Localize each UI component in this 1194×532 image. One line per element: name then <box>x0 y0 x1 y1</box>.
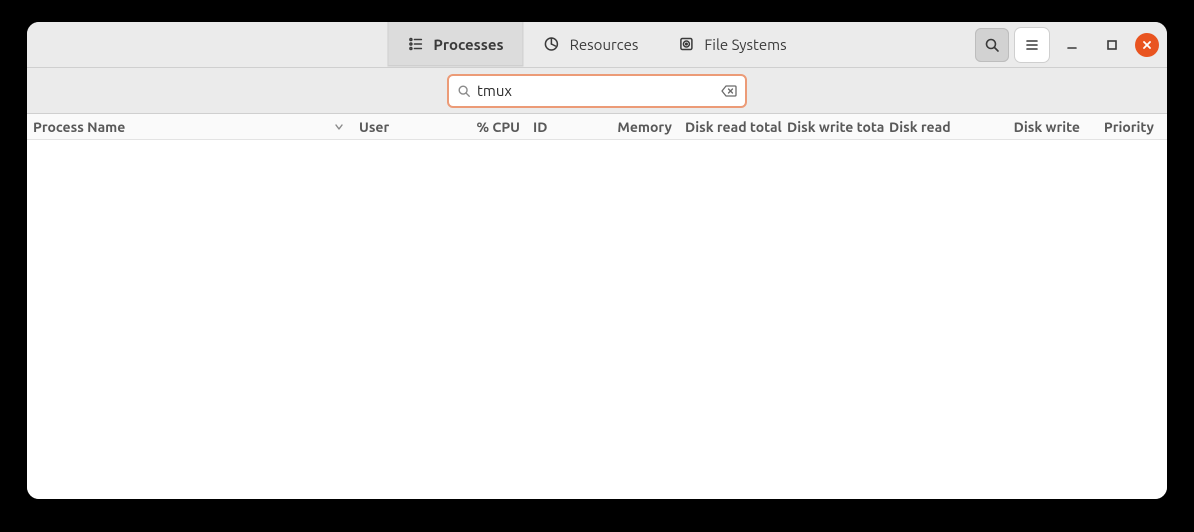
column-memory-label: Memory <box>617 119 672 135</box>
tab-processes-label: Processes <box>433 36 503 53</box>
tab-filesystems-label: File Systems <box>704 36 786 53</box>
hamburger-icon <box>1024 37 1040 53</box>
column-id[interactable]: ID <box>529 114 589 139</box>
column-cpu[interactable]: % CPU <box>449 114 529 139</box>
search-box <box>447 74 747 108</box>
minimize-icon <box>1065 38 1079 52</box>
column-disk-write[interactable]: Disk write <box>987 114 1089 139</box>
backspace-clear-icon <box>721 84 737 98</box>
tab-processes[interactable]: Processes <box>387 22 523 67</box>
processes-icon <box>407 36 423 52</box>
view-tabs: Processes Resources File Systems <box>387 22 806 67</box>
maximize-icon <box>1105 38 1119 52</box>
column-disk-read-label: Disk read <box>889 119 951 135</box>
sort-indicator-icon <box>334 122 344 132</box>
column-header-row: Process Name User % CPU ID Memory Disk r… <box>27 114 1167 140</box>
process-table-body <box>27 140 1167 499</box>
hamburger-menu-button[interactable] <box>1015 28 1049 62</box>
search-input[interactable] <box>477 82 715 99</box>
column-priority-label: Priority <box>1104 119 1154 135</box>
column-disk-write-total-label: Disk write total <box>787 119 885 135</box>
column-disk-read-total[interactable]: Disk read total <box>681 114 783 139</box>
column-id-label: ID <box>533 119 547 135</box>
column-priority[interactable]: Priority <box>1089 114 1167 139</box>
maximize-button[interactable] <box>1095 28 1129 62</box>
search-box-icon <box>457 84 471 98</box>
resources-icon <box>544 36 560 52</box>
search-bar <box>27 68 1167 114</box>
close-button[interactable] <box>1135 33 1159 57</box>
system-monitor-window: Processes Resources File Systems <box>27 22 1167 499</box>
close-icon <box>1142 40 1152 50</box>
column-disk-read-total-label: Disk read total <box>685 119 782 135</box>
search-button[interactable] <box>975 28 1009 62</box>
clear-search-button[interactable] <box>721 84 737 98</box>
header-controls <box>975 22 1159 67</box>
column-memory[interactable]: Memory <box>589 114 681 139</box>
column-cpu-label: % CPU <box>476 119 520 135</box>
header-bar: Processes Resources File Systems <box>27 22 1167 68</box>
column-process-name[interactable]: Process Name <box>27 114 355 139</box>
tab-filesystems[interactable]: File Systems <box>658 22 806 67</box>
tab-resources-label: Resources <box>570 36 639 53</box>
filesystems-icon <box>678 36 694 52</box>
search-icon <box>984 37 1000 53</box>
column-process-name-label: Process Name <box>33 119 125 135</box>
column-user-label: User <box>359 119 389 135</box>
column-disk-read[interactable]: Disk read <box>885 114 987 139</box>
column-user[interactable]: User <box>355 114 449 139</box>
minimize-button[interactable] <box>1055 28 1089 62</box>
column-disk-write-label: Disk write <box>1014 119 1080 135</box>
column-disk-write-total[interactable]: Disk write total <box>783 114 885 139</box>
tab-resources[interactable]: Resources <box>524 22 659 67</box>
